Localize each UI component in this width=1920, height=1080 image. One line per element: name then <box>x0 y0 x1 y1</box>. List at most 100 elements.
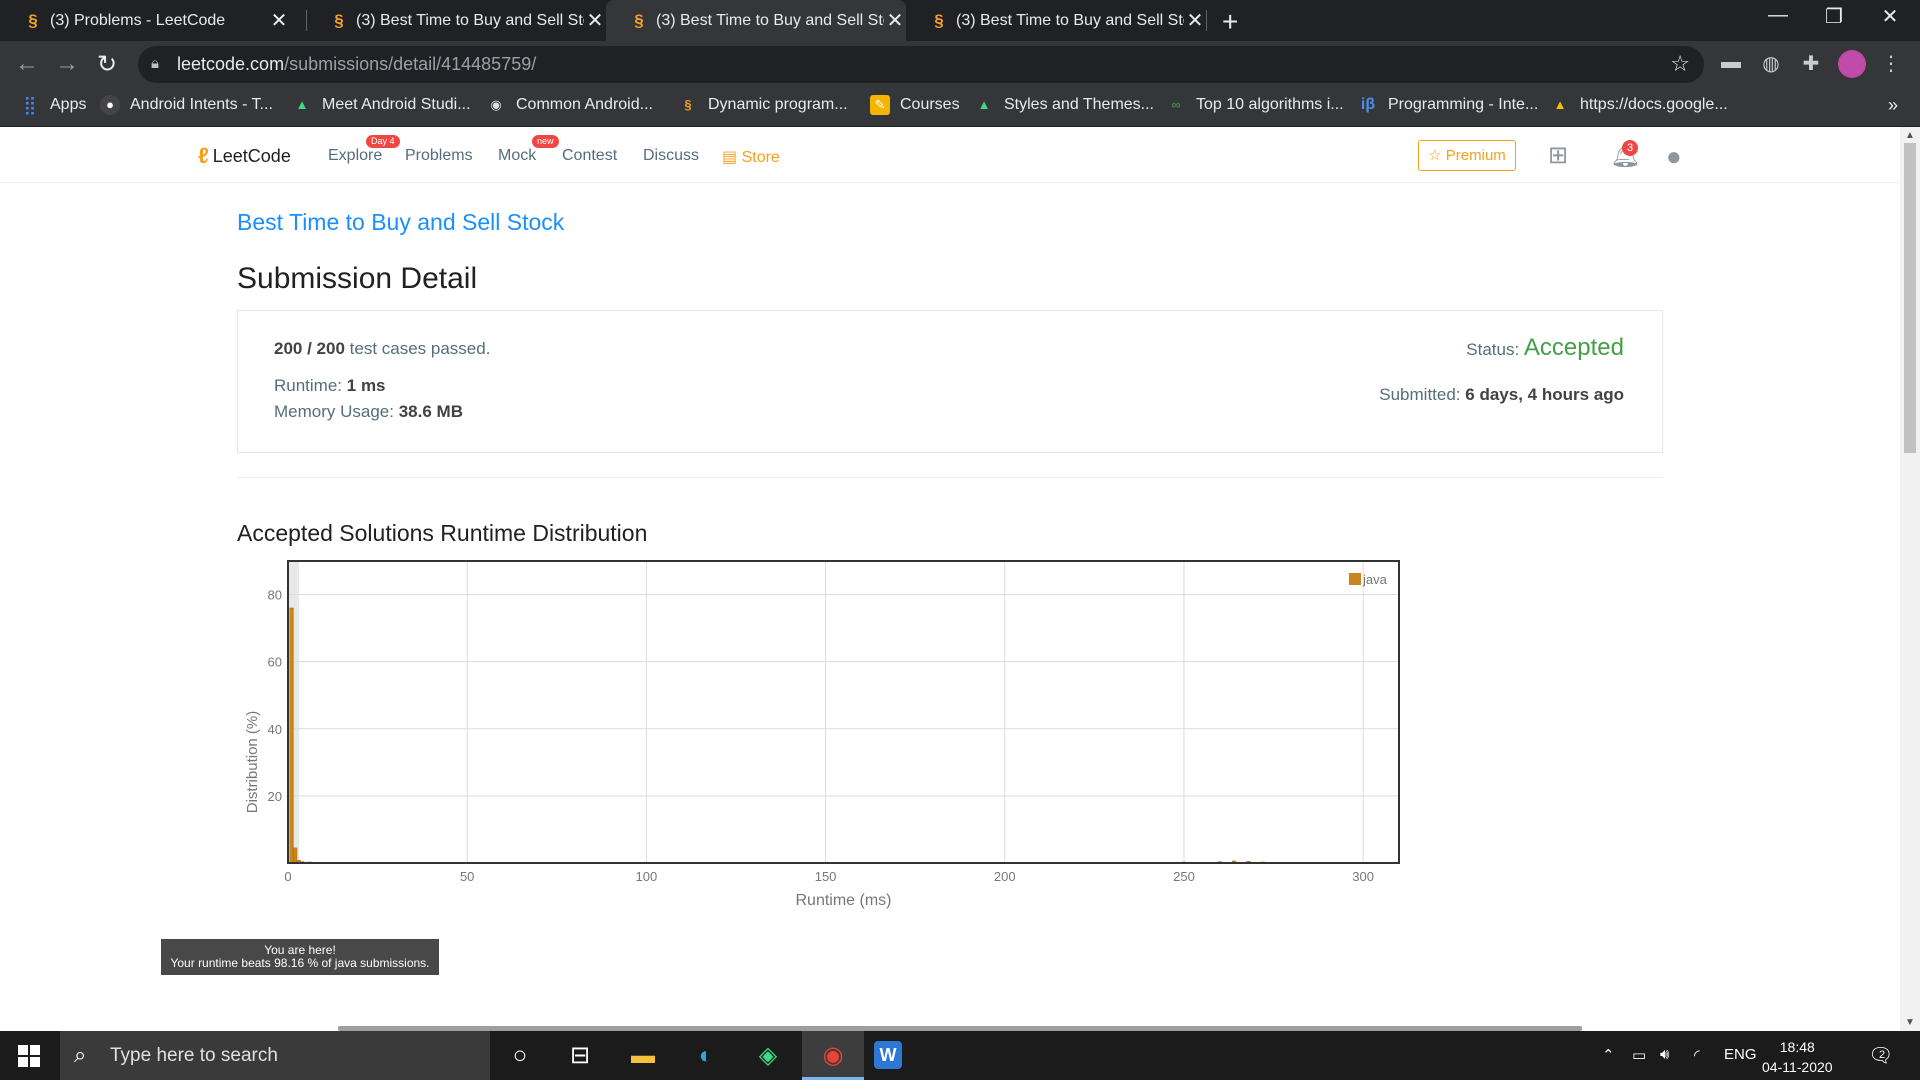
nav-problems[interactable]: Problems <box>405 147 473 165</box>
notification-count-badge: 3 <box>1622 140 1638 156</box>
extension-icon[interactable]: ▬ <box>1716 51 1746 74</box>
tab-best-time-3[interactable]: § (3) Best Time to Buy and Sell Stock ✕ <box>906 0 1206 41</box>
bookmark-apps[interactable]: ⣿ Apps <box>20 95 86 115</box>
close-window-button[interactable]: ✕ <box>1870 4 1910 29</box>
scrollbar-thumb[interactable] <box>1904 143 1916 453</box>
x-axis-label: Runtime (ms) <box>795 892 891 909</box>
bookmark-meet-android-studio[interactable]: ▲ Meet Android Studi... <box>292 95 471 115</box>
url-text[interactable]: leetcode.com/submissions/detail/41448575… <box>177 54 536 75</box>
wifi-icon[interactable]: ◜ <box>1694 1046 1700 1064</box>
nav-contest[interactable]: Contest <box>562 147 617 165</box>
drive-icon: ▲ <box>1553 97 1567 112</box>
bookmark-common-android[interactable]: ◉ Common Android... <box>486 95 653 115</box>
leetcode-logo[interactable]: ℓ LeetCode <box>198 143 291 169</box>
globe-icon: ◉ <box>490 97 502 112</box>
android-icon: ▲ <box>295 97 309 112</box>
android-icon: ▲ <box>977 97 991 112</box>
bookmark-dynamic-programming[interactable]: § Dynamic program... <box>678 95 847 115</box>
leetcode-favicon-icon: § <box>28 10 38 30</box>
x-tick-label: 300 <box>1352 869 1374 884</box>
edge-icon[interactable]: ◐ <box>688 1041 724 1071</box>
playground-icon[interactable]: ⊞ <box>1548 141 1568 170</box>
bookmark-top-10-algorithms[interactable]: ∞ Top 10 algorithms i... <box>1166 95 1343 115</box>
task-view-icon[interactable]: ⊟ <box>562 1041 598 1071</box>
battery-icon[interactable]: ▭ <box>1632 1046 1646 1064</box>
word-icon[interactable]: W <box>874 1041 902 1069</box>
nav-mock[interactable]: Mock <box>498 147 536 165</box>
bookmark-programming-interview[interactable]: iβ Programming - Inte... <box>1358 95 1538 115</box>
x-tick-label: 100 <box>636 869 658 884</box>
url-bar[interactable]: 🔒︎ leetcode.com/submissions/detail/41448… <box>138 46 1704 83</box>
leetcode-icon: § <box>684 97 692 112</box>
status-row: Status: Accepted <box>1466 334 1624 361</box>
forward-arrow-icon[interactable]: → <box>52 50 82 78</box>
scroll-down-icon[interactable]: ▼ <box>1900 1017 1920 1028</box>
test-cases-passed: 200 / 200 test cases passed. <box>274 339 491 358</box>
tab-best-time-1[interactable]: § (3) Best Time to Buy and Sell Stock ✕ <box>306 0 606 41</box>
x-tick-label: 0 <box>284 869 291 884</box>
taskbar-search-box[interactable]: ⌕ Type here to search <box>60 1031 490 1080</box>
user-avatar-icon[interactable]: ● <box>1666 141 1682 172</box>
android-studio-icon[interactable]: ◈ <box>750 1041 786 1071</box>
star-icon: ☆ <box>1428 147 1442 164</box>
x-tick-label: 50 <box>460 869 474 884</box>
windows-start-icon[interactable] <box>18 1045 40 1067</box>
legend-label: java <box>1362 572 1388 587</box>
gfg-icon: ∞ <box>1171 97 1181 112</box>
action-center-icon[interactable]: 🗨︎ 2 <box>1868 1043 1893 1068</box>
search-icon: ⌕ <box>74 1042 87 1067</box>
page-title: Submission Detail <box>237 262 478 295</box>
profile-avatar[interactable] <box>1838 50 1866 78</box>
tray-chevron-icon[interactable]: ⌃ <box>1602 1046 1615 1064</box>
runtime-row: Runtime: 1 ms <box>274 376 386 395</box>
back-arrow-icon[interactable]: ← <box>12 50 42 78</box>
address-toolbar: ← → ↻ 🔒︎ leetcode.com/submissions/detail… <box>0 41 1920 87</box>
taskbar-clock[interactable]: 18:48 04-11-2020 <box>1762 1037 1833 1077</box>
file-explorer-icon[interactable]: ▬ <box>625 1041 661 1071</box>
close-tab-icon[interactable]: ✕ <box>268 8 290 33</box>
memory-row: Memory Usage: 38.6 MB <box>274 402 463 421</box>
pencil-icon: ✎ <box>870 95 890 115</box>
bookmark-android-intents[interactable]: ● Android Intents - T... <box>100 95 273 115</box>
puzzle-extensions-icon[interactable]: ✚ <box>1796 51 1826 76</box>
page-content: ℓ LeetCode Explore Day 4 Problems Mock n… <box>0 127 1900 1031</box>
distribution-title: Accepted Solutions Runtime Distribution <box>237 520 648 546</box>
bookmark-docs-google[interactable]: ▲ https://docs.google... <box>1550 95 1728 115</box>
distribution-bar <box>289 607 294 864</box>
nav-store[interactable]: ▤ Store <box>722 147 780 167</box>
bookmark-courses[interactable]: ✎ Courses <box>870 95 960 115</box>
plot-frame <box>287 560 1400 864</box>
lock-icon[interactable]: 🔒︎ <box>151 55 159 72</box>
leetcode-logo-icon: ℓ <box>198 143 209 168</box>
reload-icon[interactable]: ↻ <box>92 50 122 79</box>
volume-icon[interactable]: 🔊︎ <box>1660 1046 1669 1063</box>
y-tick-label: 40 <box>268 722 282 737</box>
close-tab-icon[interactable]: ✕ <box>884 8 906 33</box>
chrome-taskbar-active[interactable]: ◉ <box>802 1031 864 1080</box>
bookmark-star-icon[interactable]: ☆ <box>1670 51 1690 77</box>
minimize-button[interactable]: — <box>1758 4 1798 27</box>
restore-button[interactable]: ❐ <box>1814 4 1854 29</box>
language-indicator[interactable]: ENG <box>1724 1046 1757 1063</box>
premium-button[interactable]: ☆ Premium <box>1418 140 1516 171</box>
cortana-icon[interactable]: ○ <box>502 1041 538 1071</box>
browser-menu-icon[interactable]: ⋮ <box>1876 51 1906 76</box>
globe-extension-icon[interactable]: ◍ <box>1756 51 1786 76</box>
explore-day-badge: Day 4 <box>366 135 400 148</box>
page-scrollbar[interactable]: ▲ ▼ <box>1900 127 1920 1031</box>
tab-best-time-active[interactable]: § (3) Best Time to Buy and Sell Stock ✕ <box>606 0 906 41</box>
close-tab-icon[interactable]: ✕ <box>584 8 606 33</box>
more-bookmarks-icon[interactable]: » <box>1888 95 1898 116</box>
bookmark-styles-themes[interactable]: ▲ Styles and Themes... <box>974 95 1154 115</box>
runtime-distribution-chart: 0 50 100 150 200 250 300 20 40 60 80 java Runtime (m… <box>237 559 1663 979</box>
browser-tab-strip: § (3) Problems - LeetCode ✕ § (3) Best T… <box>0 0 1920 41</box>
problem-title-link[interactable]: Best Time to Buy and Sell Stock <box>237 209 564 236</box>
close-tab-icon[interactable]: ✕ <box>1184 8 1206 33</box>
tab-problems[interactable]: § (3) Problems - LeetCode ✕ <box>0 0 300 41</box>
nav-discuss[interactable]: Discuss <box>643 147 699 165</box>
y-tick-label: 20 <box>268 789 282 804</box>
scroll-up-icon[interactable]: ▲ <box>1900 130 1920 141</box>
windows-taskbar: ⌕ Type here to search ○ ⊟ ▬ ◐ ◈ ◉ W ⌃ ▭ … <box>0 1031 1920 1080</box>
new-tab-button[interactable]: + <box>1222 6 1238 38</box>
nav-explore[interactable]: Explore <box>328 147 382 165</box>
